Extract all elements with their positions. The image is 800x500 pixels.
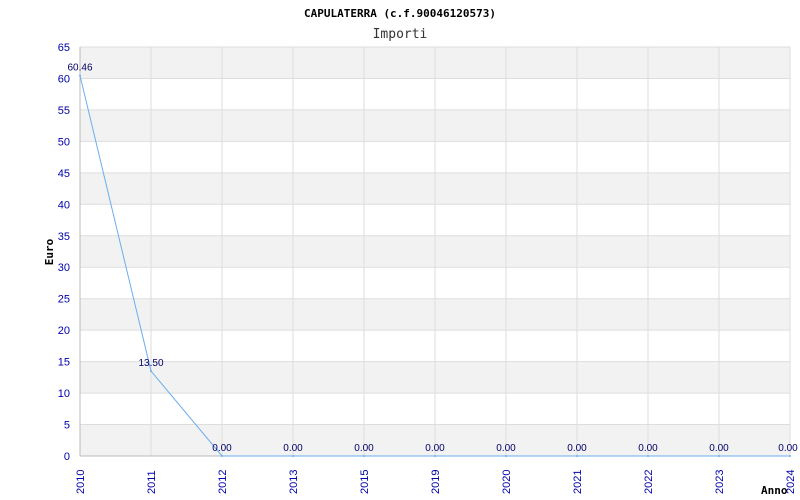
data-point [150, 370, 152, 373]
data-point [718, 455, 720, 457]
x-axis-label: Anno [761, 484, 788, 497]
data-label: 0.00 [425, 443, 445, 454]
y-tick-label: 0 [64, 451, 70, 463]
y-tick-labels: 0 5 10 15 20 25 30 35 40 45 50 55 60 65 [58, 42, 70, 463]
data-point [79, 74, 81, 77]
data-point [434, 455, 436, 457]
line-chart: CAPULATERRA (c.f.90046120573) Importi 0 5… [43, 7, 798, 497]
x-tick-label: 2011 [146, 470, 158, 494]
x-tick-labels: 2010 2011 2012 2013 2015 2019 2020 2021 2022 2023… [75, 470, 797, 494]
data-label: 0.00 [567, 443, 587, 454]
data-label: 0.00 [354, 443, 374, 454]
data-point [789, 455, 791, 457]
x-tick-label: 2015 [359, 470, 371, 494]
x-tick-label: 2022 [643, 470, 655, 494]
x-tick-label: 2020 [501, 470, 513, 494]
x-tick-label: 2012 [217, 470, 229, 494]
chart-title: CAPULATERRA (c.f.90046120573) [304, 7, 496, 20]
chart-subtitle: Importi [373, 27, 428, 42]
y-tick-label: 55 [58, 105, 70, 117]
data-point [292, 455, 294, 457]
y-tick-label: 65 [58, 42, 70, 54]
x-tick-label: 2013 [288, 470, 300, 494]
y-tick-label: 25 [58, 294, 70, 306]
y-tick-label: 60 [58, 73, 70, 85]
y-tick-label: 10 [58, 388, 70, 400]
y-tick-label: 40 [58, 199, 70, 211]
x-tick-label: 2010 [75, 470, 87, 494]
data-label: 60.46 [67, 63, 92, 74]
y-tick-label: 30 [58, 262, 70, 274]
data-point [505, 455, 507, 457]
x-tick-label: 2023 [714, 470, 726, 494]
data-label: 0.00 [283, 443, 303, 454]
data-point [576, 455, 578, 457]
y-tick-label: 45 [58, 168, 70, 180]
data-point [363, 455, 365, 457]
y-tick-label: 20 [58, 325, 70, 337]
data-label: 0.00 [496, 443, 516, 454]
y-tick-label: 15 [58, 357, 70, 369]
y-tick-label: 5 [64, 420, 70, 432]
data-label: 0.00 [212, 443, 232, 454]
data-label: 0.00 [638, 443, 658, 454]
data-point [647, 455, 649, 457]
data-label: 0.00 [778, 443, 798, 454]
x-tick-label: 2019 [430, 470, 442, 494]
x-tick-label: 2021 [572, 470, 584, 494]
data-label: 13.50 [138, 358, 163, 369]
y-tick-label: 50 [58, 136, 70, 148]
data-point [221, 455, 223, 457]
y-axis-label: Euro [43, 238, 56, 265]
data-label: 0.00 [709, 443, 729, 454]
y-tick-label: 35 [58, 231, 70, 243]
